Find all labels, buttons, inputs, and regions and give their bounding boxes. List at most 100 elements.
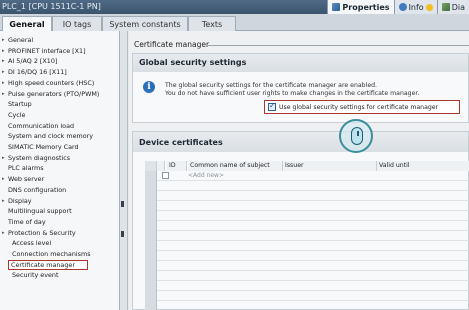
sidebar-item[interactable]: ▸ High speed counters (HSC) — [2, 78, 94, 88]
section-title: Certificate manager — [134, 40, 210, 49]
inspector-tabs: Properties Info Dia — [327, 0, 469, 14]
table-corner — [145, 161, 157, 171]
sidebar-item-label: System diagnostics — [8, 153, 71, 162]
properties-tab-row: General IO tags System constants Texts — [0, 14, 469, 32]
sidebar-item-label: Pulse generators (PTO/PWM) — [8, 89, 100, 98]
tab-properties[interactable]: Properties — [327, 0, 394, 14]
sidebar-item-label: PROFINET interface [X1] — [8, 46, 86, 55]
sidebar-item-label: General — [8, 36, 34, 44]
sidebar-item-label: Communication load — [8, 121, 75, 130]
row-header[interactable] — [145, 301, 157, 310]
row-header[interactable] — [145, 171, 157, 181]
sidebar-item[interactable]: ▸ Protection & Security — [2, 228, 76, 238]
sidebar-item[interactable]: ▸ System diagnostics — [2, 153, 70, 163]
row-header[interactable] — [145, 181, 157, 191]
tab-general[interactable]: General — [2, 16, 52, 32]
row-header[interactable] — [145, 261, 157, 271]
sidebar-item[interactable]: Time of day — [6, 217, 46, 227]
table-row[interactable] — [145, 201, 469, 211]
sidebar-item[interactable]: ▸ Web server — [2, 174, 44, 184]
sidebar-item[interactable]: DNS configuration — [6, 185, 66, 195]
table-row[interactable] — [145, 191, 469, 201]
global-security-message-1: The global security settings for the cer… — [165, 82, 378, 89]
sidebar-item-label: Startup — [8, 100, 32, 109]
tab-diagnostics[interactable]: Dia — [436, 0, 469, 14]
sidebar-item-label: Protection & Security — [8, 228, 76, 237]
column-header-id[interactable]: ID — [167, 161, 187, 171]
tab-texts[interactable]: Texts — [188, 16, 236, 31]
sidebar-item[interactable]: ▸ General — [2, 35, 33, 45]
mouse-wheel-icon — [357, 131, 359, 136]
table-row[interactable]: <Add new> — [145, 171, 469, 181]
sidebar-item[interactable]: SIMATIC Memory Card — [6, 142, 79, 152]
sidebar-item-label: DNS configuration — [8, 185, 67, 194]
sidebar-item-label: Security event — [12, 271, 59, 280]
main-panel: Certificate manager Global security sett… — [129, 31, 469, 310]
table-row[interactable] — [145, 251, 469, 261]
sidebar-item-label: Time of day — [8, 217, 46, 226]
sidebar-item[interactable]: Multilingual support — [6, 206, 72, 216]
splitter-grip-icon[interactable] — [121, 231, 124, 237]
use-global-settings-option[interactable]: Use global security settings for certifi… — [264, 100, 460, 114]
sidebar-item[interactable]: ▸ Display — [2, 196, 32, 206]
sidebar-item-label: AI 5/AQ 2 [X10] — [8, 57, 58, 66]
sidebar-item[interactable]: System and clock memory — [6, 131, 93, 141]
sidebar-item[interactable]: Access level — [10, 238, 51, 248]
column-header-issuer[interactable]: Issuer — [283, 161, 377, 171]
tab-io-tags[interactable]: IO tags — [52, 16, 102, 31]
splitter-grip-icon[interactable] — [121, 201, 124, 207]
panel-titlebar: PLC_1 [CPU 1511C-1 PN] Properties Info D… — [0, 0, 469, 14]
use-global-settings-checkbox[interactable] — [268, 101, 276, 111]
sidebar-item-label: Multilingual support — [8, 207, 72, 216]
info-icon — [398, 3, 407, 11]
sidebar-item[interactable]: Startup — [6, 99, 32, 109]
table-row[interactable] — [145, 211, 469, 221]
sidebar-item[interactable]: Connection mechanisms — [10, 249, 91, 259]
sidebar-item-label: Web server — [8, 175, 45, 184]
column-header-valid-until[interactable]: Valid until — [377, 161, 469, 171]
table-row[interactable] — [145, 301, 469, 310]
row-header[interactable] — [145, 241, 157, 251]
sidebar-item-label: SIMATIC Memory Card — [8, 143, 79, 151]
row-header[interactable] — [145, 221, 157, 231]
row-header[interactable] — [145, 231, 157, 241]
sidebar-item[interactable]: Security event — [10, 270, 58, 280]
table-row[interactable] — [145, 291, 469, 301]
sidebar-item[interactable]: Certificate manager — [8, 259, 88, 270]
table-row[interactable] — [145, 241, 469, 251]
table-row[interactable] — [145, 231, 469, 241]
sidebar-item[interactable]: ▸ PROFINET interface [X1] — [2, 46, 86, 56]
sidebar-item[interactable]: Communication load — [6, 121, 74, 131]
row-checkbox[interactable] — [162, 172, 169, 179]
sidebar-item[interactable]: Cycle — [6, 110, 25, 120]
sidebar-item-label: Certificate manager — [11, 260, 75, 269]
global-security-title: Global security settings — [133, 54, 468, 72]
table-row[interactable] — [145, 221, 469, 231]
tab-info-label: Info — [408, 2, 424, 12]
column-header-common-name[interactable]: Common name of subject — [188, 161, 283, 171]
row-header[interactable] — [145, 201, 157, 211]
tab-properties-label: Properties — [342, 2, 390, 12]
row-header[interactable] — [145, 271, 157, 281]
tab-system-constants[interactable]: System constants — [102, 16, 188, 31]
row-header[interactable] — [145, 251, 157, 261]
table-row[interactable] — [145, 261, 469, 271]
table-row[interactable] — [145, 271, 469, 281]
sidebar-item-label: Display — [8, 196, 32, 205]
add-new-cell[interactable]: <Add new> — [188, 171, 224, 181]
sidebar-item[interactable]: ▸ AI 5/AQ 2 [X10] — [2, 56, 57, 66]
row-header[interactable] — [145, 291, 157, 301]
table-row[interactable] — [145, 281, 469, 291]
diagnostics-icon — [441, 3, 450, 11]
info-icon: i — [143, 81, 155, 93]
tab-info[interactable]: Info — [393, 0, 437, 14]
row-header[interactable] — [145, 211, 157, 221]
sidebar-item[interactable]: PLC alarms — [6, 163, 44, 173]
sidebar-item[interactable]: ▸ Pulse generators (PTO/PWM) — [2, 89, 99, 99]
table-row[interactable] — [145, 181, 469, 191]
pane-splitter[interactable] — [120, 31, 128, 310]
use-global-settings-label: Use global security settings for certifi… — [279, 103, 439, 111]
row-header[interactable] — [145, 191, 157, 201]
sidebar-item[interactable]: ▸ DI 16/DQ 16 [X11] — [2, 67, 67, 77]
row-header[interactable] — [145, 281, 157, 291]
